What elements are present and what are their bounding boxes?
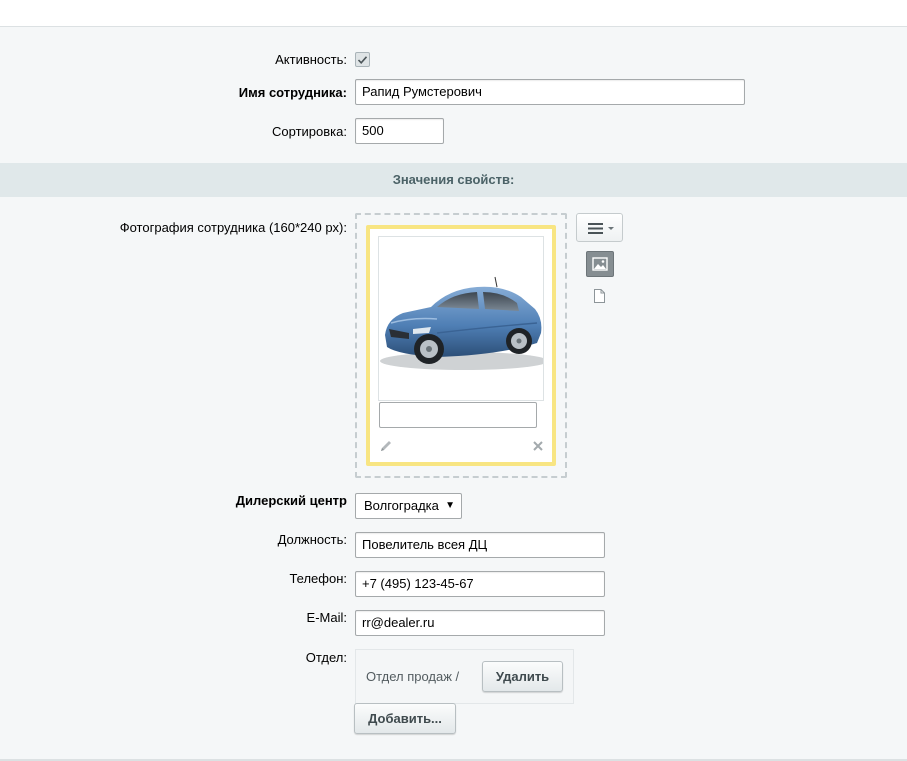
sort-input[interactable]: 500 bbox=[355, 118, 444, 144]
top-bar bbox=[0, 0, 907, 27]
position-label: Должность: bbox=[277, 532, 347, 547]
phone-label: Телефон: bbox=[289, 571, 347, 586]
department-label: Отдел: bbox=[305, 650, 347, 665]
employee-name-input[interactable]: Рапид Румстерович bbox=[355, 79, 745, 105]
add-department-button[interactable]: Добавить... bbox=[354, 703, 456, 734]
email-input[interactable]: rr@dealer.ru bbox=[355, 610, 605, 636]
email-label: E-Mail: bbox=[306, 610, 347, 625]
employee-photo bbox=[378, 236, 544, 401]
sort-label: Сортировка: bbox=[272, 124, 347, 139]
delete-department-button[interactable]: Удалить bbox=[482, 661, 563, 692]
activity-checkbox[interactable] bbox=[355, 52, 370, 67]
photo-description-input[interactable] bbox=[379, 402, 537, 428]
dropdown-arrow-icon: ▼ bbox=[445, 500, 455, 511]
image-mode-button[interactable] bbox=[586, 251, 614, 277]
checkmark-icon bbox=[357, 55, 368, 64]
dealer-center-label: Дилерский центр bbox=[235, 493, 347, 508]
phone-input[interactable]: +7 (495) 123-45-67 bbox=[355, 571, 605, 597]
dealer-center-value: Волгоградка bbox=[364, 498, 439, 513]
activity-label: Активность: bbox=[275, 52, 347, 67]
position-input[interactable]: Повелитель всея ДЦ bbox=[355, 532, 605, 558]
dealer-center-select[interactable]: Волгоградка ▼ bbox=[355, 493, 462, 519]
car-image bbox=[380, 276, 543, 370]
properties-section-header: Значения свойств: bbox=[0, 163, 907, 197]
pencil-icon[interactable] bbox=[378, 438, 394, 454]
employee-name-label: Имя сотрудника: bbox=[238, 85, 347, 100]
hamburger-menu-icon bbox=[588, 223, 614, 234]
close-icon[interactable] bbox=[531, 439, 545, 453]
file-icon[interactable] bbox=[593, 289, 606, 303]
photo-menu-button[interactable] bbox=[576, 213, 623, 242]
image-icon bbox=[592, 257, 608, 271]
department-value: Отдел продаж / bbox=[366, 669, 460, 684]
photo-label: Фотография сотрудника (160*240 px): bbox=[119, 220, 347, 235]
